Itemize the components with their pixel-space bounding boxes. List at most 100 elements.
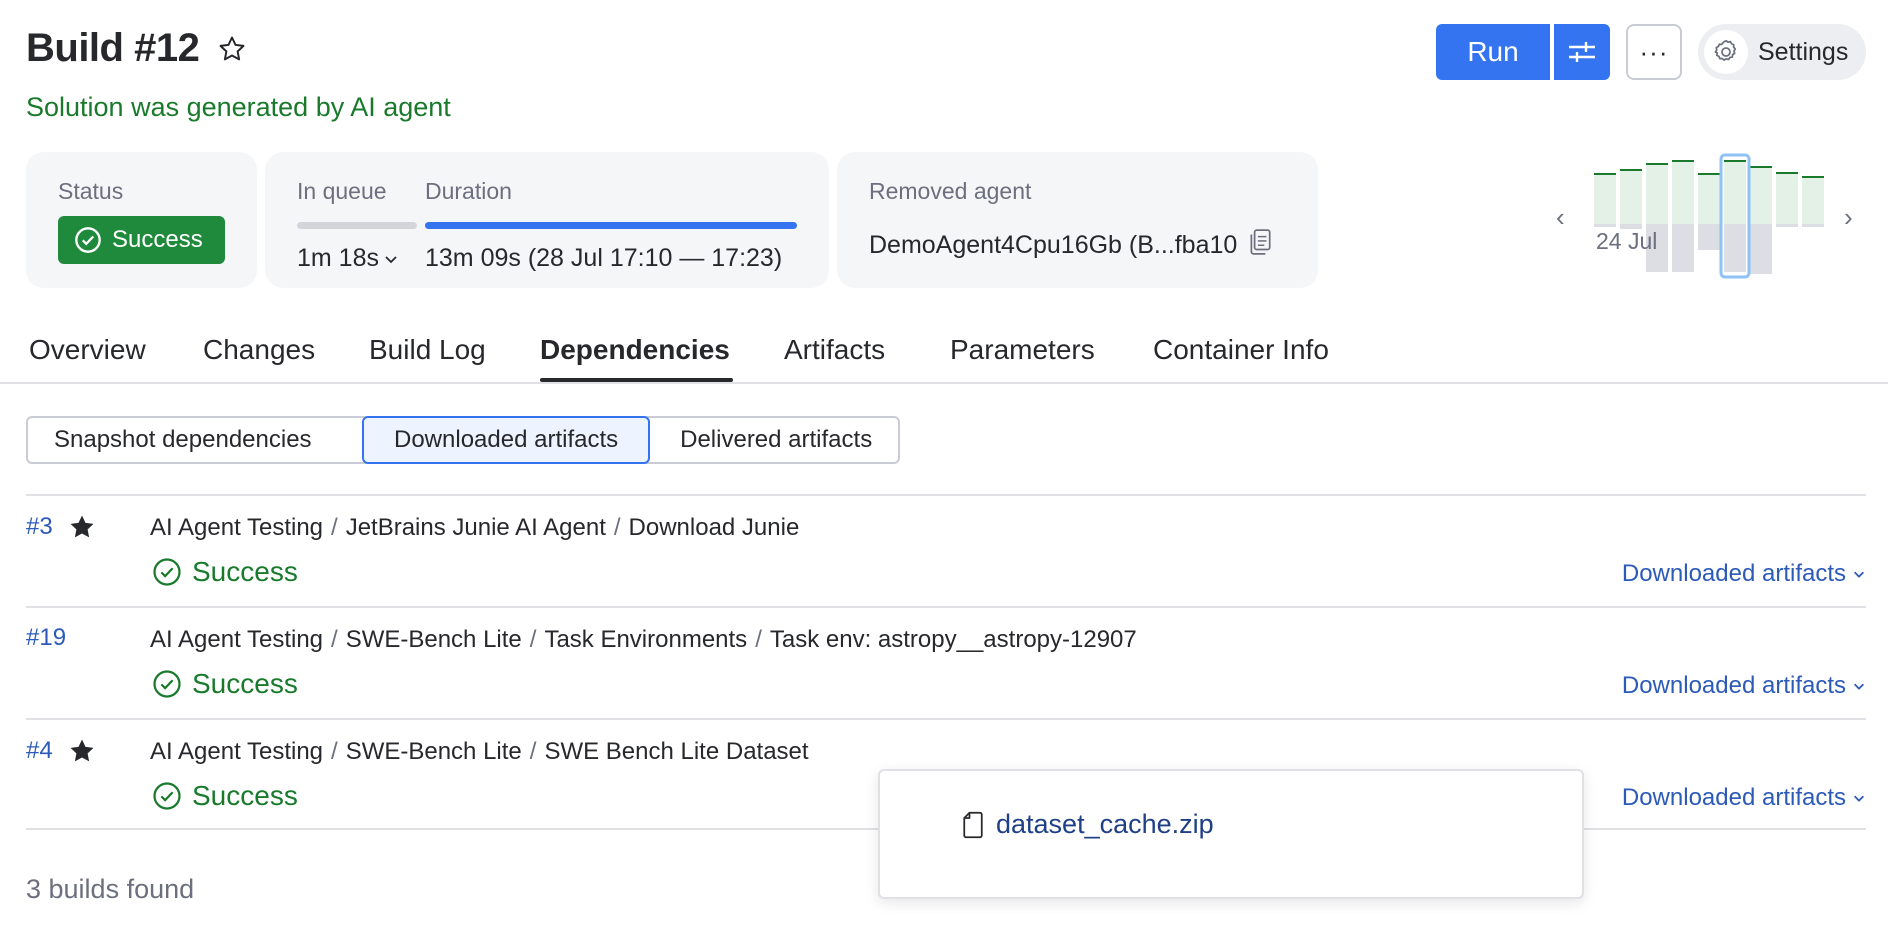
path-segment[interactable]: Download Junie <box>629 514 800 541</box>
tab-bar: Overview Changes Build Log Dependencies … <box>0 330 1888 384</box>
status-card: Status Success <box>26 152 257 288</box>
queue-label: In queue <box>297 178 387 204</box>
downloaded-artifacts-label: Downloaded artifacts <box>1621 784 1846 811</box>
chevron-right-icon[interactable]: › <box>1844 202 1853 233</box>
path-segment[interactable]: AI Agent Testing <box>150 514 323 541</box>
path-segment[interactable]: SWE Bench Lite Dataset <box>544 738 808 765</box>
artifacts-popup: dataset_cache.zip <box>878 769 1584 899</box>
table-row: #3 AI Agent Testing / JetBrains Junie AI A… <box>26 494 1866 606</box>
status-text[interactable]: Success <box>192 668 298 700</box>
agent-label: Removed agent <box>869 178 1032 204</box>
path-separator: / <box>331 738 338 765</box>
timing-card: In queue Duration 1m 18s 13m 09s (28 Jul… <box>265 152 829 288</box>
chevron-down-icon <box>1854 571 1864 578</box>
build-history-chart: ‹ 24 Jul › <box>1550 150 1870 290</box>
queue-value: 1m 18s <box>297 244 379 272</box>
check-circle-icon <box>153 782 181 810</box>
duration-bar <box>425 222 797 229</box>
run-options-icon <box>1569 42 1595 62</box>
tab-artifacts[interactable]: Artifacts <box>784 334 885 366</box>
downloaded-artifacts-label: Downloaded artifacts <box>1621 672 1846 699</box>
queue-time-dropdown[interactable]: 1m 18s <box>297 244 399 273</box>
status-text[interactable]: Success <box>192 780 298 812</box>
file-icon <box>963 811 983 838</box>
downloaded-artifacts-dropdown[interactable]: Downloaded artifacts <box>1622 672 1866 700</box>
build-path: AI Agent Testing / SWE-Bench Lite / Task Env… <box>150 626 1137 654</box>
table-row: #19 AI Agent Testing / SWE-Bench Lite / Task… <box>26 606 1866 718</box>
chevron-down-icon <box>1854 795 1864 802</box>
path-segment[interactable]: Task env: astropy__astropy-12907 <box>770 626 1137 653</box>
duration-label: Duration <box>425 178 512 204</box>
builds-count: 3 builds found <box>26 874 195 904</box>
tab-build-log[interactable]: Build Log <box>369 334 486 366</box>
downloaded-artifacts-dropdown[interactable]: Downloaded artifacts <box>1622 560 1866 588</box>
run-button[interactable]: Run <box>1436 24 1550 80</box>
tab-container-info[interactable]: Container Info <box>1153 334 1329 366</box>
agent-name: DemoAgent4Cpu16Gb (B...fba10 <box>869 231 1238 259</box>
dependency-type-switcher: Snapshot dependencies Downloaded artifac… <box>26 416 901 464</box>
star-filled-icon[interactable] <box>67 736 97 766</box>
status-badge: Success <box>58 216 225 264</box>
chevron-down-icon <box>1854 683 1864 690</box>
agent-row: DemoAgent4Cpu16Gb (B...fba10 <box>869 228 1273 263</box>
row-status: Success <box>152 668 298 700</box>
tab-parameters[interactable]: Parameters <box>950 334 1095 366</box>
queue-bar <box>297 222 417 229</box>
status-value: Success <box>112 226 203 253</box>
tab-overview[interactable]: Overview <box>29 334 146 366</box>
path-separator: / <box>529 626 537 653</box>
path-segment[interactable]: SWE-Bench Lite <box>346 626 522 653</box>
artifact-file-link[interactable]: dataset_cache.zip <box>962 809 1214 840</box>
page-title: Build #12 <box>26 26 200 70</box>
check-circle-icon <box>153 558 181 586</box>
path-separator: / <box>755 626 762 653</box>
more-icon: ··· <box>1639 36 1669 67</box>
downloaded-artifacts-label: Downloaded artifacts <box>1621 560 1846 587</box>
copy-icon[interactable] <box>1247 228 1273 263</box>
artifact-file-name: dataset_cache.zip <box>996 809 1214 839</box>
build-number-cell: #3 <box>26 512 97 542</box>
path-segment[interactable]: AI Agent Testing <box>150 626 323 653</box>
header-actions: Run ··· Settings <box>1436 24 1866 80</box>
segment-delivered-artifacts[interactable]: Delivered artifacts <box>648 418 898 462</box>
settings-button[interactable]: Settings <box>1698 24 1866 80</box>
run-options-button[interactable] <box>1554 24 1610 80</box>
path-separator: / <box>331 626 338 653</box>
status-text[interactable]: Success <box>192 556 298 588</box>
build-number-link[interactable]: #19 <box>26 624 66 652</box>
path-segment[interactable]: JetBrains Junie AI Agent <box>346 514 606 541</box>
build-number-cell: #19 <box>26 624 66 652</box>
duration-value: 13m 09s (28 Jul 17:10 — 17:23) <box>425 244 783 272</box>
build-path: AI Agent Testing / SWE-Bench Lite / SWE Benc… <box>150 738 809 766</box>
ai-agent-note: Solution was generated by AI agent <box>26 92 451 122</box>
run-button-group: Run <box>1436 24 1610 80</box>
path-separator: / <box>613 514 621 541</box>
active-tab-indicator <box>540 378 733 382</box>
path-separator: / <box>529 738 537 765</box>
star-outline-icon[interactable] <box>215 32 249 66</box>
history-date-label: 24 Jul <box>1596 228 1658 254</box>
gear-icon <box>1704 30 1748 74</box>
build-number-link[interactable]: #4 <box>26 737 53 765</box>
row-status: Success <box>152 556 298 588</box>
history-bars[interactable] <box>1588 150 1828 290</box>
check-circle-icon <box>75 227 101 253</box>
row-status: Success <box>152 780 298 812</box>
status-label: Status <box>58 178 124 204</box>
path-segment[interactable]: Task Environments <box>544 626 747 653</box>
settings-label: Settings <box>1758 37 1849 66</box>
path-segment[interactable]: AI Agent Testing <box>150 738 323 765</box>
build-number-link[interactable]: #3 <box>26 513 53 541</box>
path-segment[interactable]: SWE-Bench Lite <box>346 738 522 765</box>
segment-snapshot-dependencies[interactable]: Snapshot dependencies <box>28 418 364 462</box>
segment-downloaded-artifacts[interactable]: Downloaded artifacts <box>362 416 651 464</box>
build-number-cell: #4 <box>26 736 97 766</box>
more-actions-button[interactable]: ··· <box>1626 24 1682 80</box>
star-filled-icon[interactable] <box>67 512 97 542</box>
tab-changes[interactable]: Changes <box>203 334 315 366</box>
path-separator: / <box>331 514 338 541</box>
downloaded-artifacts-dropdown[interactable]: Downloaded artifacts <box>1622 784 1866 812</box>
tab-dependencies[interactable]: Dependencies <box>540 334 730 366</box>
chevron-down-icon <box>385 255 397 263</box>
chevron-left-icon[interactable]: ‹ <box>1556 202 1565 233</box>
